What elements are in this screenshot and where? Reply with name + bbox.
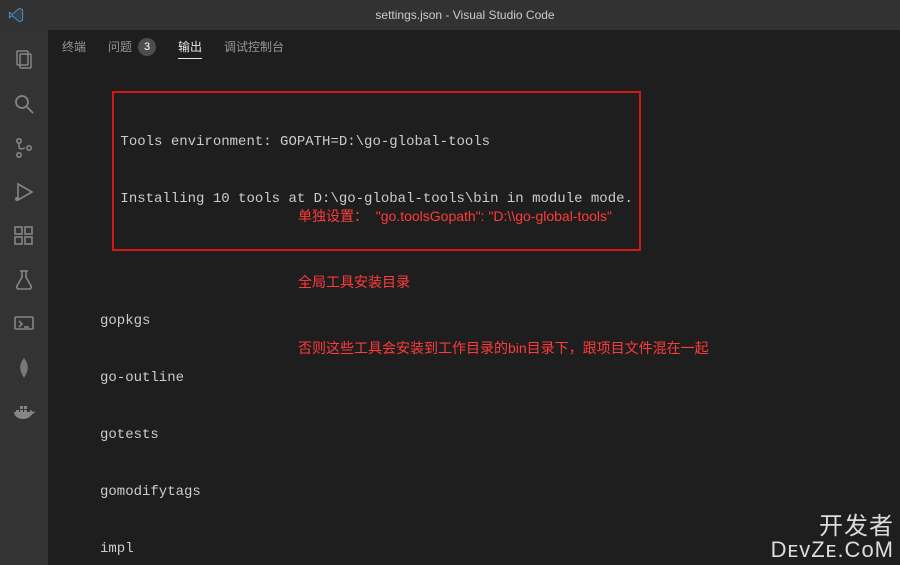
main-area: 终端 问题 3 输出 调试控制台 Tools environment: GOPA… [0, 30, 900, 565]
output-body: Tools environment: GOPATH=D:\go-global-t… [48, 64, 900, 565]
panel-area: 终端 问题 3 输出 调试控制台 Tools environment: GOPA… [48, 30, 900, 565]
tab-debug-console[interactable]: 调试控制台 [224, 38, 284, 55]
mongodb-icon[interactable] [0, 346, 48, 390]
tool-item: gotests [100, 426, 900, 445]
tab-label: 调试控制台 [224, 38, 284, 55]
annotation-overlay: 单独设置： "go.toolsGopath": "D:\\go-global-t… [298, 161, 709, 403]
titlebar: settings.json - Visual Studio Code [0, 0, 900, 30]
activity-bar [0, 30, 48, 565]
tab-label: 终端 [62, 38, 86, 55]
tab-label: 输出 [178, 38, 202, 55]
tab-label: 问题 [108, 38, 132, 55]
source-control-icon[interactable] [0, 126, 48, 170]
run-debug-icon[interactable] [0, 170, 48, 214]
annot-line: 单独设置： "go.toolsGopath": "D:\\go-global-t… [298, 205, 709, 227]
vscode-icon [8, 7, 24, 23]
tab-output[interactable]: 输出 [178, 38, 202, 59]
watermark: 开发者 DᴇᴠZᴇ.CᴏM [771, 515, 894, 561]
tab-problems[interactable]: 问题 3 [108, 38, 156, 56]
annot-line: 否则这些工具会安装到工作目录的bin目录下，跟项目文件混在一起 [298, 337, 709, 359]
watermark-line1: 开发者 [771, 515, 894, 539]
annot-line: 全局工具安装目录 [298, 271, 709, 293]
search-icon[interactable] [0, 82, 48, 126]
testing-icon[interactable] [0, 258, 48, 302]
extensions-icon[interactable] [0, 214, 48, 258]
tool-item: gomodifytags [100, 483, 900, 502]
watermark-line2: DᴇᴠZᴇ.CᴏM [771, 539, 894, 561]
docker-icon[interactable] [0, 390, 48, 434]
explorer-icon[interactable] [0, 38, 48, 82]
tab-terminal[interactable]: 终端 [62, 38, 86, 55]
panel-tabs: 终端 问题 3 输出 调试控制台 [48, 30, 900, 64]
problems-badge: 3 [138, 38, 156, 56]
env-line: Tools environment: GOPATH=D:\go-global-t… [120, 133, 632, 152]
remote-icon[interactable] [0, 302, 48, 346]
window-title: settings.json - Visual Studio Code [38, 8, 892, 22]
